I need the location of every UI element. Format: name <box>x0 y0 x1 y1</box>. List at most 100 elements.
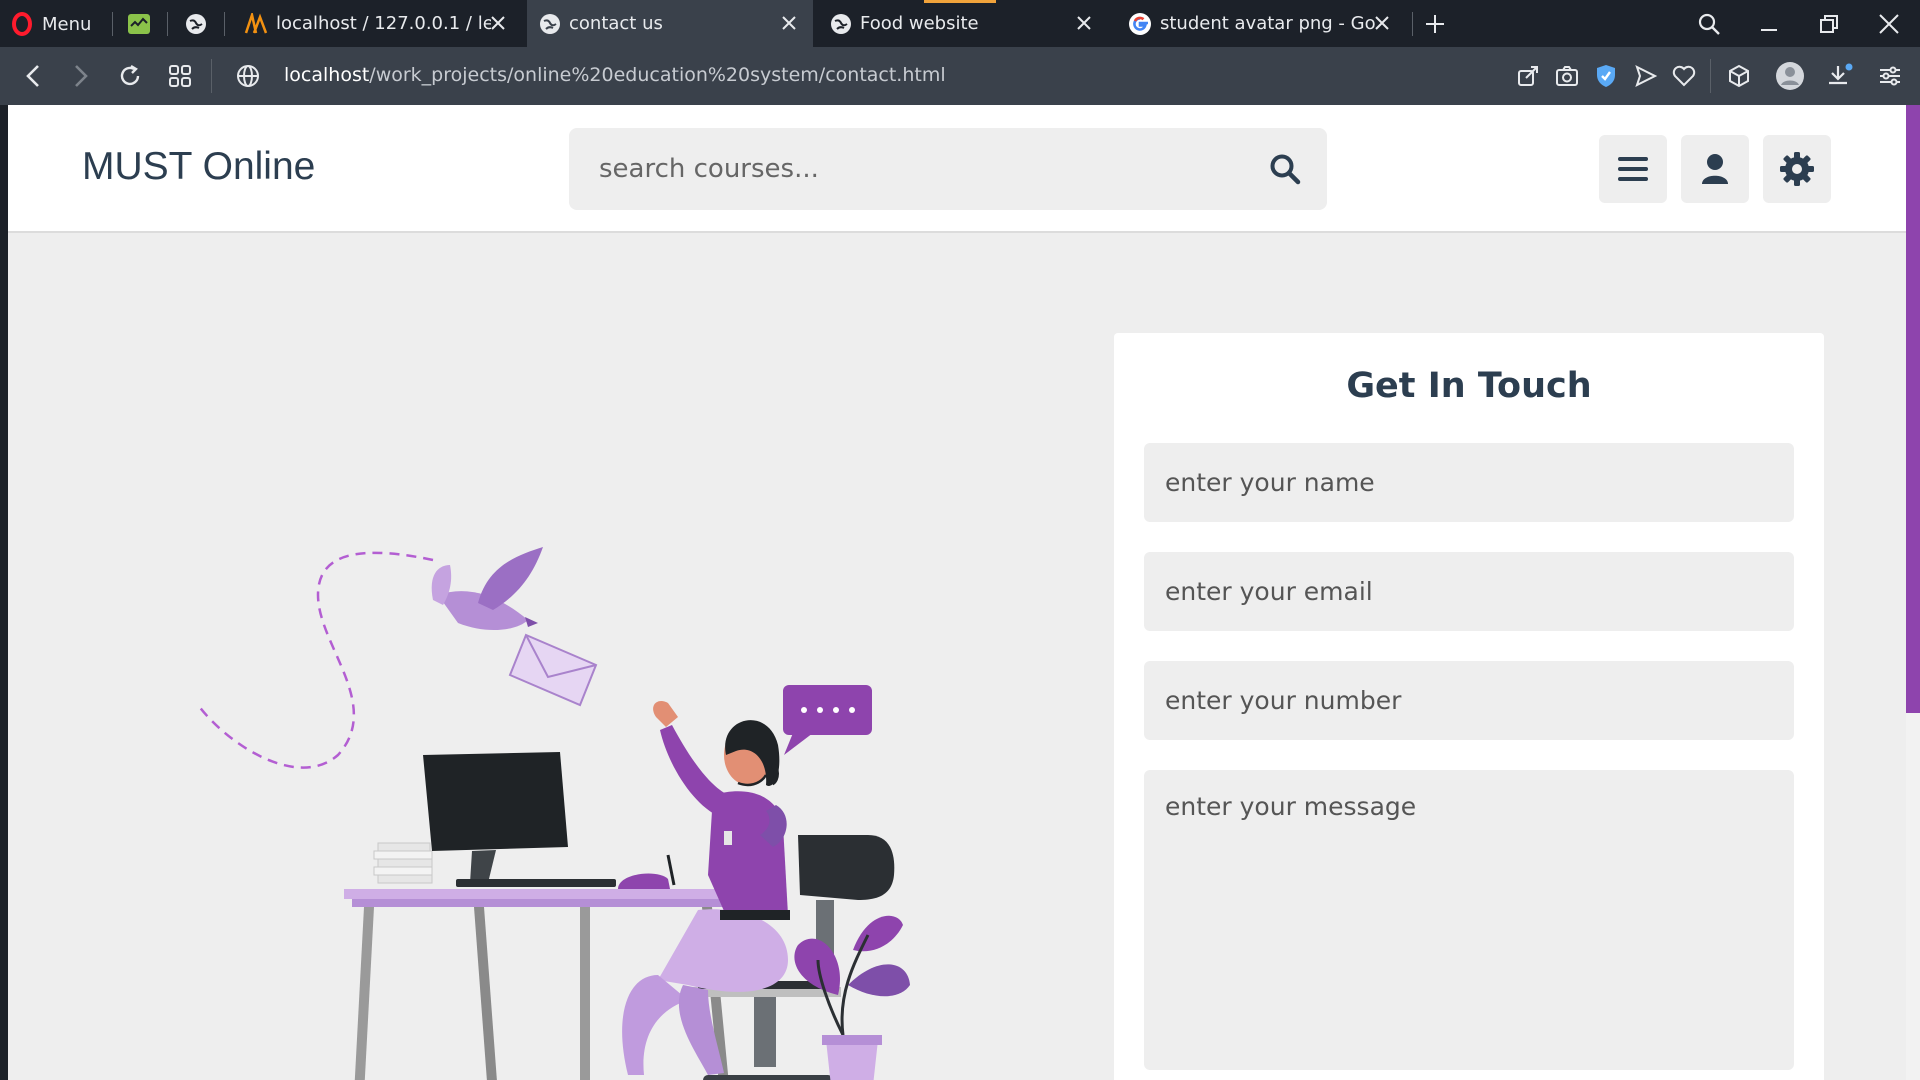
monitor-icon <box>423 752 616 887</box>
contact-form-card: Get In Touch <box>1114 333 1824 1080</box>
back-button[interactable] <box>18 61 48 91</box>
forward-arrow-icon <box>75 65 88 87</box>
close-tab-icon[interactable] <box>1372 13 1392 33</box>
speed-dial-pin-icon[interactable] <box>126 11 151 36</box>
tab-separator <box>167 12 168 36</box>
heart-icon <box>1672 65 1696 87</box>
url-host: localhost <box>284 64 370 86</box>
camera-icon <box>1556 66 1578 86</box>
globe-icon <box>831 13 851 34</box>
page-scrollbar[interactable] <box>1906 105 1920 1080</box>
paper-stack <box>373 842 433 884</box>
bookmark-button[interactable] <box>1670 62 1698 90</box>
site-info-button[interactable] <box>233 61 263 91</box>
settings-sliders-icon <box>1880 66 1900 86</box>
close-tab-icon[interactable] <box>1074 13 1094 33</box>
desk <box>344 889 736 1080</box>
menu-button[interactable] <box>1599 135 1667 203</box>
email-field[interactable] <box>1144 552 1794 631</box>
page-viewport: MUST Online search courses... Get In Tou… <box>8 105 1906 1080</box>
potted-plant <box>794 915 910 1080</box>
tab-separator <box>1412 12 1413 36</box>
url-path: /work_projects/online%20education%20syst… <box>369 64 946 86</box>
easy-setup-button[interactable] <box>1876 62 1904 90</box>
edit-share-icon <box>1518 66 1538 86</box>
contact-illustration <box>197 547 910 1080</box>
address-separator <box>1710 59 1711 93</box>
downloads-button[interactable] <box>1826 62 1854 90</box>
restore-button[interactable] <box>1814 9 1844 39</box>
tab-phpmyadmin[interactable]: localhost / 127.0.0.1 / leme <box>232 0 522 47</box>
tab-google-search[interactable]: student avatar png - Googl <box>1116 0 1406 47</box>
search-form <box>569 128 1327 210</box>
search-input[interactable] <box>599 148 1239 190</box>
minimize-button[interactable] <box>1754 9 1784 39</box>
address-bar: localhost/work_projects/online%20educati… <box>0 47 1920 105</box>
download-icon <box>1829 63 1853 85</box>
site-globe-icon <box>237 65 259 87</box>
cube-icon <box>1729 64 1749 88</box>
number-field[interactable] <box>1144 661 1794 740</box>
minimize-icon <box>1761 29 1777 31</box>
new-tab-button[interactable] <box>1420 9 1450 39</box>
menu-icon <box>1618 157 1648 181</box>
close-tab-icon[interactable] <box>488 13 508 33</box>
speed-dial-button[interactable] <box>165 61 195 91</box>
avatar-icon <box>1776 62 1804 90</box>
restore-icon <box>1820 15 1838 33</box>
phpmyadmin-icon <box>244 12 268 33</box>
user-icon <box>1702 154 1728 184</box>
extensions-button[interactable] <box>1725 62 1753 90</box>
chat-bubble-icon <box>783 685 872 755</box>
bird-icon <box>431 547 543 631</box>
globe-icon <box>540 13 560 34</box>
flight-path <box>197 551 434 769</box>
name-field[interactable] <box>1144 443 1794 522</box>
forward-button[interactable] <box>66 61 96 91</box>
desk-phone-icon <box>618 854 676 889</box>
contact-title: Get In Touch <box>1346 366 1592 406</box>
send-button[interactable] <box>1632 62 1660 90</box>
url-field[interactable]: localhost/work_projects/online%20educati… <box>284 64 946 86</box>
tab-food-website[interactable]: Food website <box>818 0 1108 47</box>
scrollbar-thumb[interactable] <box>1906 105 1920 713</box>
grid-icon <box>169 65 191 87</box>
message-field[interactable] <box>1144 770 1794 1070</box>
opera-logo-icon <box>12 12 32 36</box>
shield-icon <box>1597 65 1615 87</box>
close-icon <box>1879 14 1899 34</box>
profile-button[interactable] <box>1774 60 1806 92</box>
tab-label: student avatar png - Googl <box>1160 13 1375 34</box>
send-icon <box>1635 65 1657 87</box>
tab-label: localhost / 127.0.0.1 / leme <box>276 13 491 34</box>
search-icon <box>1698 13 1720 35</box>
site-header: MUST Online <box>8 105 1906 233</box>
close-window-button[interactable] <box>1874 9 1904 39</box>
envelope-icon <box>508 633 598 707</box>
tab-separator <box>112 12 113 36</box>
gear-icon <box>1780 152 1814 186</box>
settings-button[interactable] <box>1763 135 1831 203</box>
close-tab-icon[interactable] <box>779 13 799 33</box>
tab-label: contact us <box>569 13 663 34</box>
opera-menu-button[interactable]: Menu <box>12 9 91 39</box>
snapshot-button[interactable] <box>1553 62 1581 90</box>
vpn-button[interactable] <box>1592 62 1620 90</box>
tab-label: Food website <box>860 13 979 34</box>
menu-label: Menu <box>42 13 92 35</box>
tab-separator <box>224 12 225 36</box>
pinned-globe-icon[interactable] <box>183 11 208 36</box>
reload-button[interactable] <box>115 61 145 91</box>
audio-indicator <box>924 0 996 3</box>
tab-search-button[interactable] <box>1694 9 1724 39</box>
site-logo[interactable]: MUST Online <box>82 145 315 189</box>
user-button[interactable] <box>1681 135 1749 203</box>
address-separator <box>211 59 212 93</box>
search-icon <box>1270 154 1301 185</box>
back-arrow-icon <box>26 65 39 87</box>
search-button[interactable] <box>1267 151 1303 187</box>
share-button[interactable] <box>1514 62 1542 90</box>
tab-contact-us[interactable]: contact us <box>527 0 813 47</box>
plus-icon <box>1426 15 1444 33</box>
google-icon <box>1129 12 1151 35</box>
